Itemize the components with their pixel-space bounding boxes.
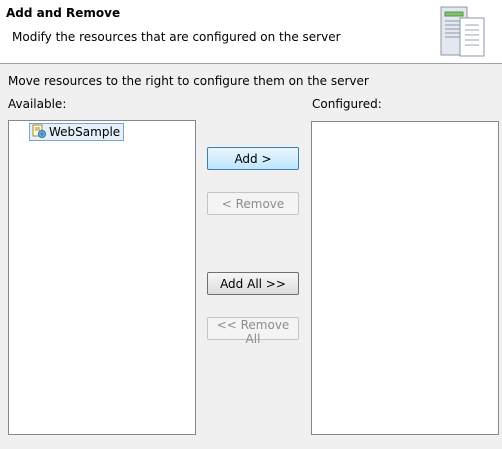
tree-item-websample[interactable]: WebSample [29,123,125,141]
remove-button[interactable]: < Remove [207,192,299,215]
configured-list[interactable] [311,121,499,435]
add-all-button[interactable]: Add All >> [207,272,299,295]
page-title: Add and Remove [6,6,121,20]
add-button[interactable]: Add > [207,147,299,170]
server-icon [438,4,494,60]
available-label: Available: [8,97,67,111]
instructions-text: Move resources to the right to configure… [8,74,369,88]
page-description: Modify the resources that are configured… [12,30,341,44]
configured-label: Configured: [312,97,382,111]
remove-all-button[interactable]: << Remove All [207,317,299,346]
web-project-icon [32,124,46,141]
dialog-header: Add and Remove Modify the resources that… [0,0,502,64]
tree-item-label: WebSample [49,125,121,139]
available-list[interactable]: WebSample [8,120,196,435]
